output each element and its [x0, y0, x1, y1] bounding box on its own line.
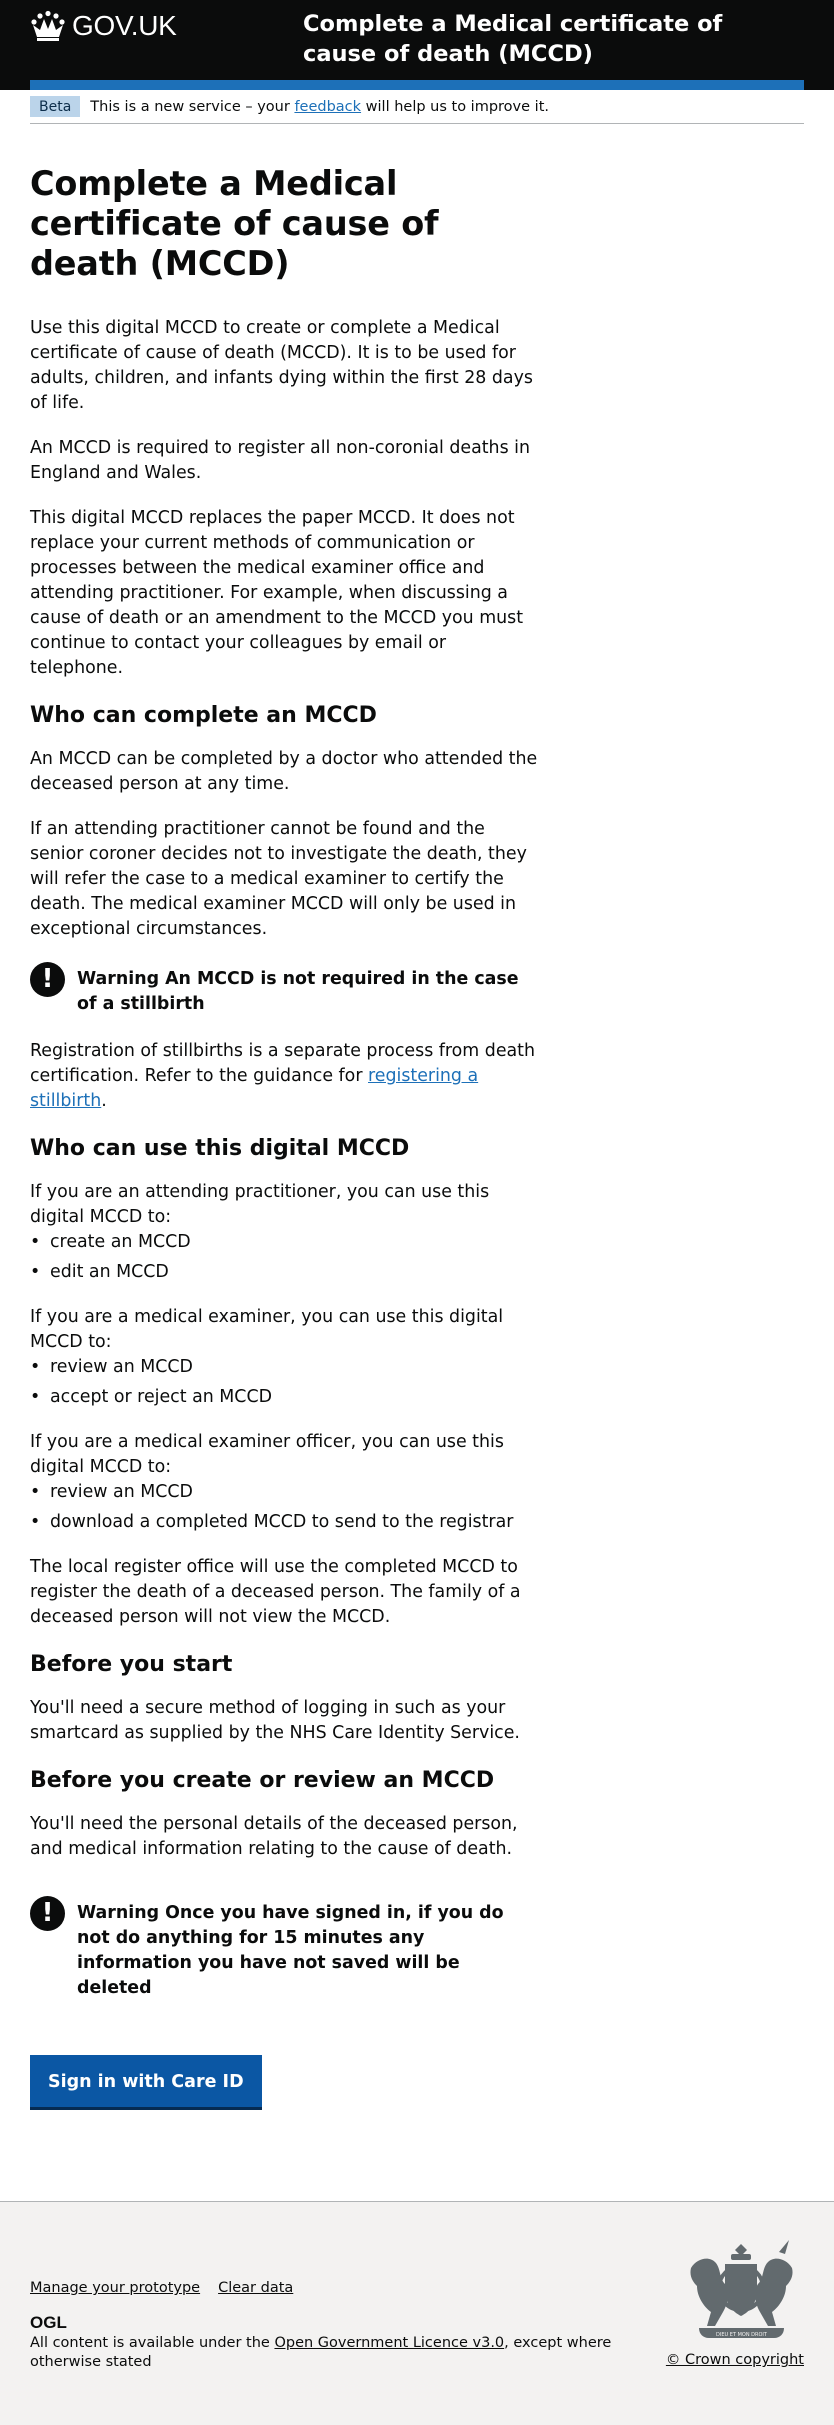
warning-text: Warning Once you have signed in, if you … — [77, 1903, 504, 1998]
clear-data-link[interactable]: Clear data — [218, 2280, 293, 2296]
stillbirth-end: . — [101, 1091, 107, 1111]
timeout-warning: ! Warning Once you have signed in, if yo… — [30, 1896, 540, 2001]
govuk-logo-text: GOV.UK — [72, 10, 177, 41]
examiner-intro: If you are a medical examiner, you can u… — [30, 1307, 504, 1352]
officer-intro: If you are a medical examiner officer, y… — [30, 1432, 504, 1477]
list-item: review an MCCD — [30, 1480, 540, 1505]
licence-before: All content is available under the — [30, 2335, 270, 2351]
crown-icon — [31, 10, 65, 41]
who-complete-paragraph: If an attending practitioner cannot be f… — [30, 819, 527, 939]
list-item: download a completed MCCD to send to the… — [30, 1510, 540, 1535]
list-item: edit an MCCD — [30, 1260, 540, 1285]
sign-in-care-id-button[interactable]: Sign in with Care ID — [30, 2055, 262, 2107]
attending-intro: If you are an attending practitioner, yo… — [30, 1182, 490, 1227]
before-start-paragraph: You'll need a secure method of logging i… — [30, 1698, 520, 1743]
main-content: Complete a Medical certificate of cause … — [30, 124, 540, 2157]
list-item: accept or reject an MCCD — [30, 1385, 540, 1410]
crown-copyright: © Crown copyright — [666, 2352, 804, 2368]
list-item: create an MCCD — [30, 1230, 540, 1255]
who-use-heading: Who can use this digital MCCD — [30, 1136, 410, 1161]
local-register-paragraph: The local register office will use the c… — [30, 1557, 521, 1627]
phase-text-after: will help us to improve it. — [365, 98, 549, 115]
phase-tag: Beta — [30, 96, 81, 117]
stillbirth-warning: ! Warning An MCCD is not required in the… — [30, 962, 540, 1017]
list-item: review an MCCD — [30, 1355, 540, 1380]
manage-prototype-link[interactable]: Manage your prototype — [30, 2280, 200, 2296]
crest-motto-text: DIEU ET MON DROIT — [716, 2332, 768, 2338]
who-complete-paragraph: An MCCD can be completed by a doctor who… — [30, 749, 538, 794]
phase-text-before: This is a new service – your — [90, 98, 290, 115]
footer-links: Manage your prototype Clear data — [30, 2280, 293, 2296]
govuk-logo-link[interactable]: GOV.UK — [30, 10, 177, 42]
crown-copyright-link[interactable]: © Crown copyright — [666, 2352, 804, 2368]
site-footer: Manage your prototype Clear data OGL All… — [0, 2201, 834, 2425]
attending-list: create an MCCD edit an MCCD — [30, 1230, 540, 1285]
site-header: GOV.UK Complete a Medical certificate of… — [0, 0, 834, 90]
licence-text: All content is available under the Open … — [30, 2334, 620, 2372]
service-name[interactable]: Complete a Medical certificate of cause … — [303, 9, 803, 69]
officer-list: review an MCCD download a completed MCCD… — [30, 1480, 540, 1535]
ogl-logo-icon: OGL — [30, 2313, 67, 2330]
intro-paragraph: This digital MCCD replaces the paper MCC… — [30, 508, 524, 678]
royal-coat-of-arms-icon: DIEU ET MON DROIT — [690, 2240, 793, 2338]
stillbirth-paragraph: Registration of stillbirths is a separat… — [30, 1039, 540, 1114]
intro-paragraph: Use this digital MCCD to create or compl… — [30, 318, 533, 413]
page-title: Complete a Medical certificate of cause … — [30, 164, 439, 283]
warning-text: Warning An MCCD is not required in the c… — [77, 969, 519, 1014]
before-create-heading: Before you create or review an MCCD — [30, 1768, 495, 1793]
header-blue-bar — [30, 80, 804, 90]
ogl-licence-link[interactable]: Open Government Licence v3.0 — [274, 2335, 504, 2351]
feedback-link[interactable]: feedback — [294, 99, 361, 115]
ogl-logo-text: OGL — [30, 2313, 67, 2330]
before-start-heading: Before you start — [30, 1652, 233, 1677]
examiner-list: review an MCCD accept or reject an MCCD — [30, 1355, 540, 1410]
warning-icon: ! — [30, 1896, 65, 1931]
before-create-paragraph: You'll need the personal details of the … — [30, 1814, 518, 1859]
intro-paragraph: An MCCD is required to register all non-… — [30, 438, 531, 483]
who-complete-heading: Who can complete an MCCD — [30, 703, 377, 728]
phase-banner-text: This is a new service – your feedback wi… — [90, 99, 549, 115]
phase-banner: Beta This is a new service – your feedba… — [30, 90, 804, 124]
warning-icon: ! — [30, 962, 65, 997]
